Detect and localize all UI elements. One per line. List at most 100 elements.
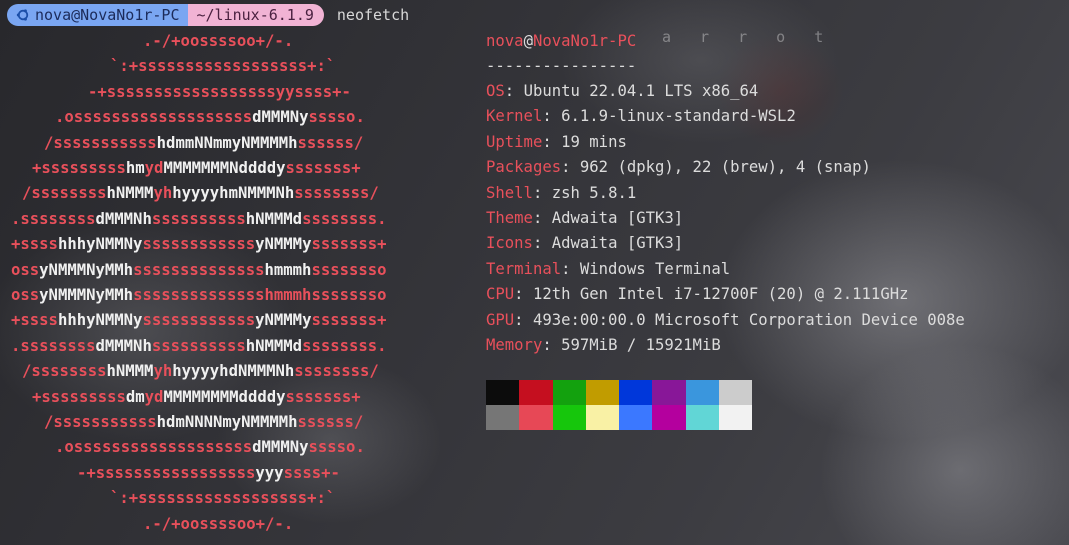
logo-segment: yd	[144, 159, 164, 177]
info-separator: :	[561, 158, 580, 177]
color-swatch	[519, 405, 553, 430]
logo-line: +ssssssssshmydMMMMMMMNddddysssssss+	[32, 156, 361, 180]
info-value: 962 (dpkg), 22 (brew), 4 (snap)	[579, 158, 871, 177]
logo-segment: dMMMNy	[252, 108, 309, 127]
info-key: OS	[486, 82, 505, 100]
info-field-packages: Packages: 962 (dpkg), 22 (brew), 4 (snap…	[486, 155, 871, 179]
logo-segment: sssso.	[308, 108, 365, 127]
info-field-shell: Shell: zsh 5.8.1	[486, 181, 636, 205]
color-swatch	[552, 380, 586, 405]
logo-segment: dMMMNy	[252, 438, 309, 457]
logo-segment: `:+ssssssssssssssssss+:`	[110, 489, 336, 508]
logo-segment: dm	[125, 387, 145, 406]
info-title-line: nova@NovaNo1r-PC	[486, 29, 636, 53]
logo-segment: .ssssssss	[11, 336, 96, 355]
logo-line: -+ssssssssssssssssssyyssss+-	[88, 80, 351, 104]
logo-segment: hNMMMd	[245, 209, 303, 228]
logo-segment: ssss+-	[283, 463, 340, 482]
logo-segment: ssssssso	[311, 260, 387, 279]
logo-segment: .ssssssss	[11, 209, 96, 228]
color-swatch	[585, 405, 619, 430]
color-swatch	[619, 380, 653, 405]
info-key: Theme	[486, 209, 533, 227]
logo-segment: hNMMM	[106, 184, 154, 203]
color-swatch	[685, 380, 719, 405]
info-field-memory: Memory: 597MiB / 15921MiB	[486, 333, 721, 357]
logo-segment: MMMMMMMNddddy	[163, 159, 286, 177]
logo-line: .-/+oossssoo+/-.	[143, 512, 293, 536]
logo-segment: .-/+oossssoo+/-.	[143, 514, 294, 533]
typed-command: neofetch	[336, 6, 410, 24]
logo-segment: hNMMMd	[245, 336, 303, 355]
logo-segment: hyyyyhdNMMMNh	[172, 362, 295, 381]
ubuntu-icon	[16, 9, 29, 21]
info-field-cpu: CPU: 12th Gen Intel i7-12700F (20) @ 2.1…	[486, 282, 908, 306]
info-key: Uptime	[486, 132, 543, 151]
logo-segment: yNMMMy	[255, 235, 312, 254]
logo-segment: hdmmNNmmyNMMMMh	[156, 133, 298, 152]
color-swatch	[685, 405, 719, 430]
logo-segment: MMMMMMMMddddy	[163, 387, 286, 406]
logo-segment: sssssss+	[311, 311, 387, 330]
info-key: Icons	[486, 234, 533, 253]
logo-segment: hdmNNNNmyNMMMMh	[156, 413, 298, 431]
info-field-theme: Theme: Adwaita [GTK3]	[486, 206, 683, 230]
info-value: 597MiB / 15921MiB	[561, 336, 721, 354]
logo-segment: hNMMM	[106, 362, 154, 381]
color-swatch	[718, 380, 752, 405]
logo-segment: /ssssssss	[22, 184, 107, 203]
logo-segment: .osssssssssssssssssss	[55, 108, 253, 127]
divider-text: ----------------	[486, 57, 637, 75]
prompt-user-host: nova@NovaNo1r-PC	[35, 6, 180, 24]
logo-line: .ssssssssdMMMNhsssssssssshNMMMdssssssss.	[11, 207, 387, 231]
logo-segment: hmmmh	[264, 260, 312, 279]
info-value: 6.1.9-linux-standard-WSL2	[561, 107, 796, 126]
logo-segment: sssssssssssssshmmmhssssssso	[133, 286, 387, 304]
logo-segment: sssssss+	[311, 235, 387, 254]
logo-line: /sssssssshNMMMyhhyyyyhdNMMMNhssssssss/	[22, 359, 379, 383]
info-separator: :	[542, 132, 562, 151]
info-user: nova	[486, 32, 524, 50]
info-value: 19 mins	[561, 132, 627, 151]
info-field-kernel: Kernel: 6.1.9-linux-standard-WSL2	[486, 104, 796, 128]
prompt-directory: ~/linux-6.1.9	[187, 4, 324, 26]
info-key: Memory	[486, 336, 543, 354]
logo-line: .osssssssssssssssssssdMMMNysssso.	[55, 435, 365, 459]
logo-segment: ssssss/	[297, 133, 364, 152]
info-field-uptime: Uptime: 19 mins	[486, 130, 627, 154]
color-swatch	[486, 380, 520, 405]
logo-line: `:+ssssssssssssssssss+:`	[110, 486, 335, 510]
info-separator: :	[532, 209, 552, 227]
logo-segment: ssssssssss	[151, 336, 246, 355]
info-value: zsh 5.8.1	[551, 183, 637, 202]
logo-line: /sssssssshNMMMyhhyyyyhmNMMMNhssssssss/	[22, 181, 379, 205]
logo-segment: ssssssssssss	[142, 311, 256, 330]
logo-line: +sssshhhyNMMNyssssssssssssyNMMMysssssss+	[11, 308, 387, 332]
logo-line: .osssssssssssssssssssdMMMNysssso.	[55, 105, 365, 129]
logo-segment: hyyyyhmNMMMNh	[172, 184, 295, 203]
logo-segment: +sssssssss	[32, 159, 126, 177]
info-key: Packages	[486, 158, 562, 177]
logo-segment: dMMMNh	[95, 336, 152, 355]
logo-segment: hm	[125, 159, 145, 177]
info-at-symbol: @	[523, 32, 533, 50]
logo-line: .-/+oossssoo+/-.	[143, 29, 293, 53]
info-key: Kernel	[486, 107, 543, 126]
color-swatch	[652, 380, 686, 405]
info-field-icons: Icons: Adwaita [GTK3]	[486, 231, 683, 255]
color-swatch	[652, 405, 686, 430]
info-field-terminal: Terminal: Windows Terminal	[486, 257, 730, 281]
logo-line: ossyNMMMNyMMhsssssssssssssshmmmhssssssso	[11, 283, 387, 307]
info-value: Adwaita [GTK3]	[551, 209, 684, 227]
info-separator: :	[532, 234, 552, 253]
logo-segment: .osssssssssssssssssss	[55, 438, 253, 457]
logo-segment: hhhyNMMNy	[57, 311, 143, 330]
logo-segment: ssssssssss	[151, 209, 246, 228]
color-swatch	[619, 405, 653, 430]
logo-segment: +sssssssss	[32, 387, 126, 406]
logo-segment: oss	[11, 286, 40, 304]
logo-segment: `:+ssssssssssssssssss+:`	[110, 57, 336, 76]
color-swatch	[585, 380, 619, 405]
logo-line: +sssssssssdmydMMMMMMMMddddysssssss+	[32, 385, 361, 409]
info-separator: :	[504, 82, 524, 100]
